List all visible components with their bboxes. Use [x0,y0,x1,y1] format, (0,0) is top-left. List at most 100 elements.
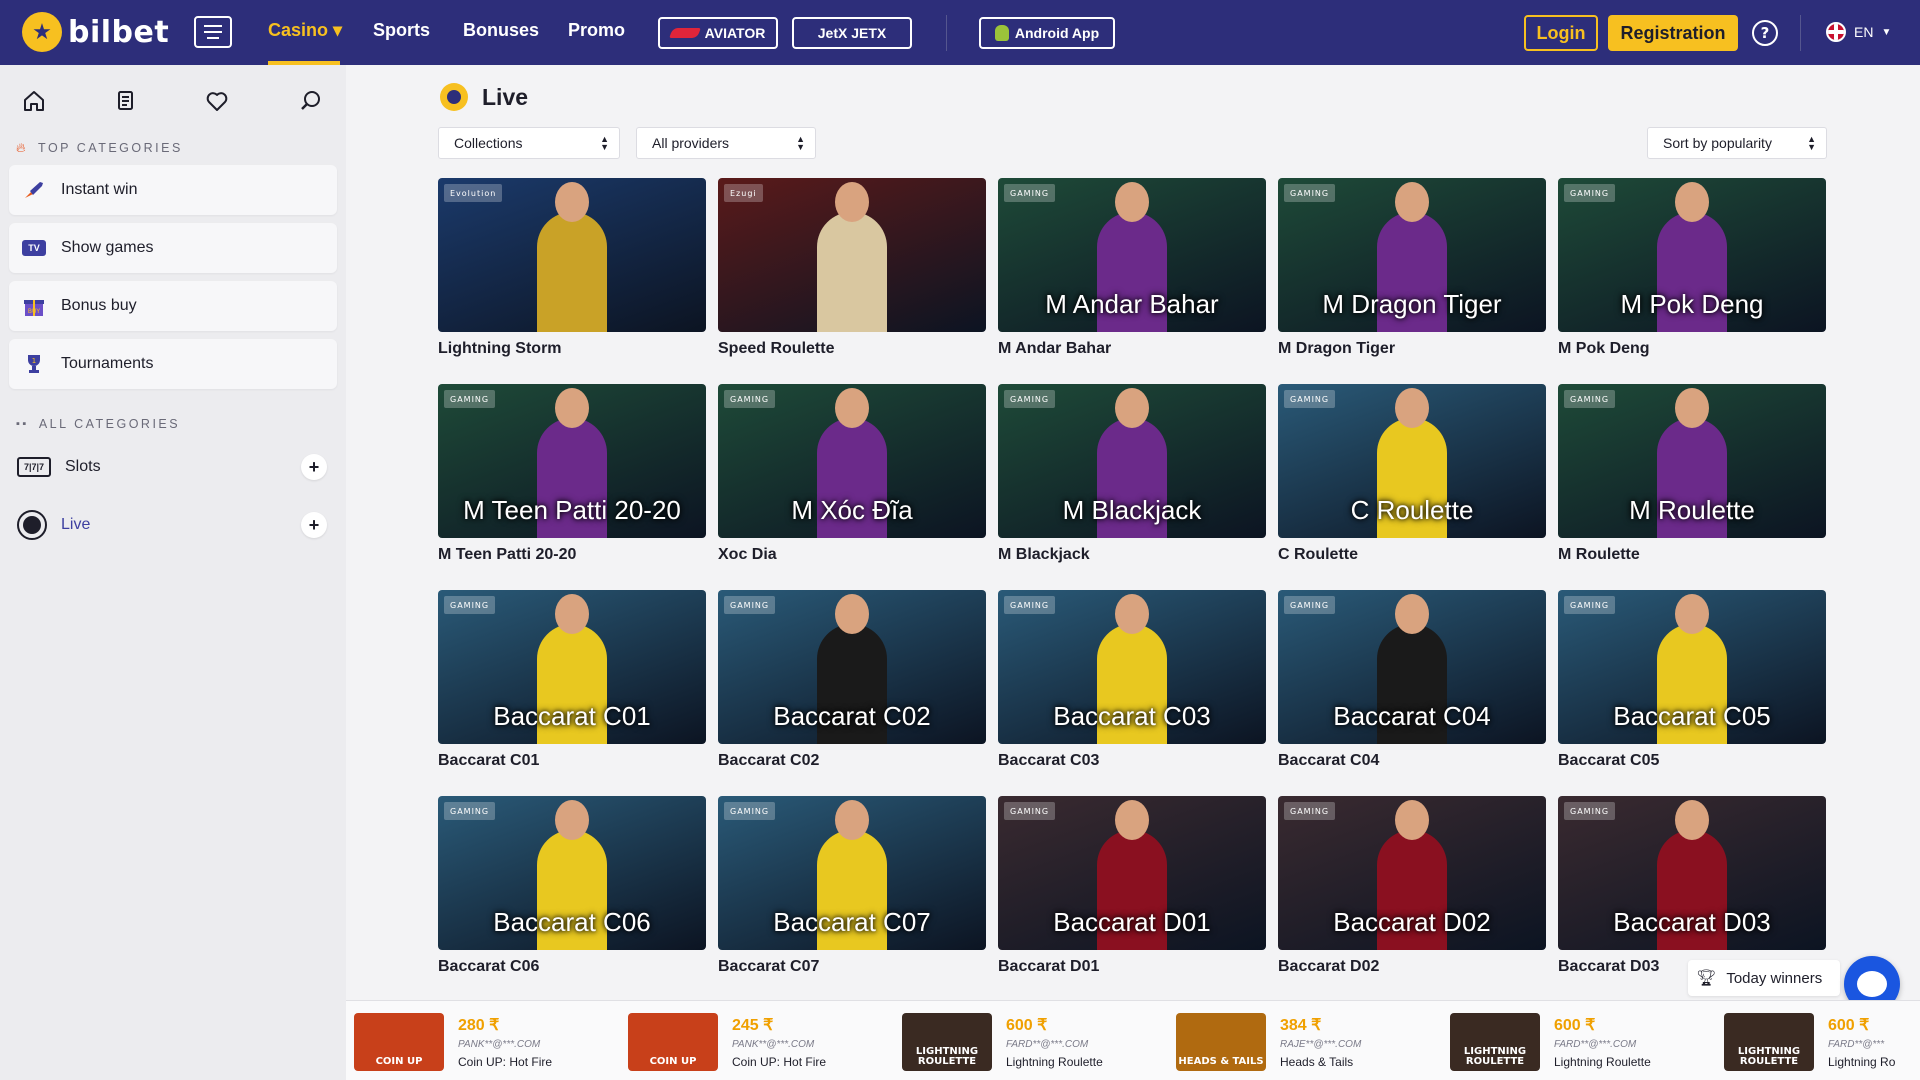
game-tile[interactable]: GAMING M Pok Deng M Pok Deng [1558,178,1826,358]
game-thumbnail[interactable]: GAMING M Xóc Đĩa [718,384,986,538]
collections-select[interactable]: Collections ▲ ▼ [438,127,620,159]
heart-icon[interactable] [197,81,237,121]
menu-button[interactable] [194,16,232,48]
game-title[interactable]: Baccarat C07 [718,958,986,976]
game-thumbnail[interactable]: GAMING Baccarat C05 [1558,590,1826,744]
game-title[interactable]: Baccarat C04 [1278,752,1546,770]
game-title[interactable]: M Andar Bahar [998,340,1266,358]
winner-item[interactable]: LIGHTNING ROULETTE 600 ₹ FARD**@***.COM Lig… [894,1009,1164,1073]
game-tile[interactable]: GAMING Baccarat C06 Baccarat C06 [438,796,706,976]
game-thumbnail[interactable]: GAMING M Pok Deng [1558,178,1826,332]
game-thumbnail[interactable]: GAMING Baccarat D03 [1558,796,1826,950]
game-title[interactable]: Baccarat D01 [998,958,1266,976]
game-title[interactable]: C Roulette [1278,546,1546,564]
search-icon[interactable] [291,81,331,121]
winner-item[interactable]: HEADS & TAILS 384 ₹ RAJE**@***.COM Heads & … [1168,1009,1438,1073]
game-tile[interactable]: GAMING Baccarat D03 Baccarat D03 [1558,796,1826,976]
game-overlay-title: Baccarat C04 [1333,701,1491,731]
game-title[interactable]: Baccarat D02 [1278,958,1546,976]
nav-bonuses[interactable]: Bonuses [463,20,539,41]
game-tile[interactable]: GAMING Baccarat C02 Baccarat C02 [718,590,986,770]
android-app-button[interactable]: Android App [979,17,1115,49]
game-tile[interactable]: GAMING Baccarat C03 Baccarat C03 [998,590,1266,770]
nav-promo[interactable]: Promo [568,20,625,41]
expand-plus-icon[interactable]: + [301,512,327,538]
game-title[interactable]: M Teen Patti 20-20 [438,546,706,564]
winner-item[interactable]: LIGHTNING ROULETTE 600 ₹ FARD**@*** Lightni… [1716,1009,1920,1073]
game-title[interactable]: M Roulette [1558,546,1826,564]
game-thumbnail[interactable]: GAMING M Andar Bahar [998,178,1266,332]
game-title[interactable]: Baccarat C06 [438,958,706,976]
game-tile[interactable]: GAMING M Xóc Đĩa Xoc Dia [718,384,986,564]
category-tournaments[interactable]: 1 Tournaments [9,339,337,389]
game-tile[interactable]: GAMING Baccarat C05 Baccarat C05 [1558,590,1826,770]
game-thumbnail[interactable]: GAMING C Roulette [1278,384,1546,538]
game-thumbnail[interactable]: Ezugi [718,178,986,332]
game-thumbnail[interactable]: GAMING Baccarat D01 [998,796,1266,950]
game-thumbnail[interactable]: GAMING M Dragon Tiger [1278,178,1546,332]
game-title[interactable]: Xoc Dia [718,546,986,564]
game-tile[interactable]: GAMING M Dragon Tiger M Dragon Tiger [1278,178,1546,358]
game-title[interactable]: Baccarat C02 [718,752,986,770]
bilbet-logo[interactable]: ★ bilbet [22,12,169,52]
game-tile[interactable]: GAMING M Roulette M Roulette [1558,384,1826,564]
category-live[interactable]: Live + [17,503,337,547]
game-tile[interactable]: GAMING M Teen Patti 20-20 M Teen Patti 20-… [438,384,706,564]
game-title[interactable]: M Blackjack [998,546,1266,564]
today-winners-button[interactable]: 🏆︎ Today winners [1688,960,1840,996]
game-title[interactable]: Baccarat C05 [1558,752,1826,770]
game-tile[interactable]: GAMING Baccarat C07 Baccarat C07 [718,796,986,976]
game-thumbnail[interactable]: GAMING Baccarat C02 [718,590,986,744]
game-thumbnail[interactable]: GAMING Baccarat C03 [998,590,1266,744]
game-title[interactable]: Baccarat C01 [438,752,706,770]
nav-sports[interactable]: Sports [373,20,430,41]
winner-item[interactable]: LIGHTNING ROULETTE 600 ₹ FARD**@***.COM Lig… [1442,1009,1712,1073]
category-show-games[interactable]: TV Show games [9,223,337,273]
aviator-button[interactable]: AVIATOR [658,17,778,49]
registration-button[interactable]: Registration [1608,15,1738,51]
game-tile[interactable]: GAMING M Andar Bahar M Andar Bahar [998,178,1266,358]
game-tile[interactable]: GAMING M Blackjack M Blackjack [998,384,1266,564]
providers-select[interactable]: All providers ▲ ▼ [636,127,816,159]
winner-item[interactable]: COIN UP 280 ₹ PANK**@***.COM Coin UP: Hot F… [346,1009,616,1073]
game-tile[interactable]: GAMING Baccarat D01 Baccarat D01 [998,796,1266,976]
category-instant-win[interactable]: Instant win [9,165,337,215]
logo-star-icon: ★ [22,12,62,52]
expand-plus-icon[interactable]: + [301,454,327,480]
game-thumbnail[interactable]: GAMING Baccarat C01 [438,590,706,744]
game-thumbnail[interactable]: GAMING M Roulette [1558,384,1826,538]
winner-item[interactable]: COIN UP 245 ₹ PANK**@***.COM Coin UP: Hot F… [620,1009,890,1073]
game-tile[interactable]: GAMING Baccarat C01 Baccarat C01 [438,590,706,770]
help-icon[interactable]: ? [1752,20,1778,46]
winner-game-thumbnail: LIGHTNING ROULETTE [902,1013,992,1071]
game-thumbnail[interactable]: GAMING Baccarat C04 [1278,590,1546,744]
game-title[interactable]: Speed Roulette [718,340,986,358]
jetx-button[interactable]: JetX JETX [792,17,912,49]
winner-game-thumbnail: HEADS & TAILS [1176,1013,1266,1071]
category-bonus-buy[interactable]: BUY Bonus buy [9,281,337,331]
game-thumbnail[interactable]: Evolution [438,178,706,332]
login-button[interactable]: Login [1524,15,1598,51]
game-thumbnail[interactable]: GAMING M Blackjack [998,384,1266,538]
game-tile[interactable]: GAMING Baccarat D02 Baccarat D02 [1278,796,1546,976]
game-tile[interactable]: GAMING C Roulette C Roulette [1278,384,1546,564]
game-thumbnail[interactable]: GAMING Baccarat C07 [718,796,986,950]
game-title[interactable]: Baccarat C03 [998,752,1266,770]
game-tile[interactable]: GAMING Baccarat C04 Baccarat C04 [1278,590,1546,770]
game-thumbnail[interactable]: GAMING Baccarat C06 [438,796,706,950]
category-slots[interactable]: 7|7|7 Slots + [17,445,337,489]
language-selector[interactable]: EN ▼ [1826,22,1891,42]
game-title[interactable]: M Dragon Tiger [1278,340,1546,358]
all-categories-heading: ▪▪ ALL CATEGORIES [16,417,181,431]
document-icon[interactable] [106,81,146,121]
game-title[interactable]: Lightning Storm [438,340,706,358]
game-tile[interactable]: Evolution Lightning Storm [438,178,706,358]
nav-casino[interactable]: Casino ▾ [268,20,342,41]
game-thumbnail[interactable]: GAMING Baccarat D02 [1278,796,1546,950]
game-thumbnail[interactable]: GAMING M Teen Patti 20-20 [438,384,706,538]
game-title[interactable]: M Pok Deng [1558,340,1826,358]
home-icon[interactable] [14,81,54,121]
game-tile[interactable]: Ezugi Speed Roulette [718,178,986,358]
sort-select[interactable]: Sort by popularity ▲ ▼ [1647,127,1827,159]
winner-amount: 245 ₹ [732,1017,774,1034]
